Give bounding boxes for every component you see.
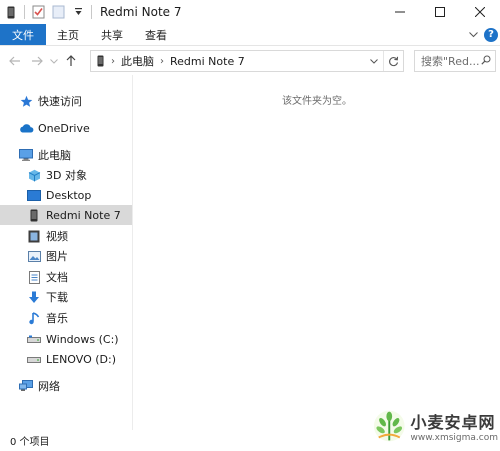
- navigation-bar: › 此电脑 › Redmi Note 7 搜索"Red...: [0, 47, 500, 75]
- nav-item-label: Redmi Note 7: [46, 208, 121, 222]
- toolbar-divider: [24, 5, 25, 19]
- nav-item-label: 下载: [46, 291, 68, 304]
- nav-item-videos[interactable]: 视频: [0, 226, 132, 246]
- nav-item-onedrive[interactable]: OneDrive: [0, 118, 132, 138]
- nav-item-label: 图片: [46, 250, 68, 263]
- file-list[interactable]: 该文件夹为空。: [134, 75, 500, 430]
- tab-home[interactable]: 主页: [46, 24, 90, 45]
- star-icon: [18, 93, 34, 109]
- download-icon: [26, 289, 42, 305]
- phone-icon: [91, 55, 109, 67]
- watermark-name: 小麦安卓网: [410, 413, 496, 432]
- nav-item-label: LENOVO (D:): [46, 352, 117, 366]
- video-icon: [26, 228, 42, 244]
- customize-toolbar-icon[interactable]: [71, 5, 85, 19]
- nav-item-label: Desktop: [46, 188, 92, 202]
- nav-item-label: Windows (C:): [46, 332, 119, 346]
- drive-icon: [26, 331, 42, 347]
- empty-folder-message: 该文件夹为空。: [282, 96, 352, 107]
- address-history-icon[interactable]: [367, 51, 381, 71]
- nav-item-music[interactable]: 音乐: [0, 308, 132, 328]
- network-icon: [18, 378, 34, 394]
- expand-ribbon-icon[interactable]: [466, 28, 480, 42]
- nav-item-desktop[interactable]: Desktop: [0, 185, 132, 205]
- nav-item-3d-objects[interactable]: 3D 对象: [0, 165, 132, 185]
- nav-item-network[interactable]: 网络: [0, 376, 132, 396]
- drive-icon: [26, 351, 42, 367]
- nav-item-this-pc[interactable]: 此电脑: [0, 145, 132, 165]
- breadcrumb-redmi-note-7[interactable]: Redmi Note 7: [170, 55, 245, 68]
- nav-item-pictures[interactable]: 图片: [0, 246, 132, 266]
- tab-file[interactable]: 文件: [0, 24, 46, 45]
- phone-icon: [4, 5, 18, 19]
- nav-item-redmi-note-7[interactable]: Redmi Note 7: [0, 205, 132, 225]
- minimize-button[interactable]: [380, 0, 420, 24]
- forward-button[interactable]: [26, 50, 48, 72]
- search-icon: [481, 55, 491, 68]
- new-folder-icon[interactable]: [51, 5, 65, 19]
- nav-item-label: 视频: [46, 230, 68, 243]
- properties-icon[interactable]: [31, 5, 45, 19]
- search-placeholder: 搜索"Red...: [421, 55, 480, 68]
- up-button[interactable]: [60, 50, 82, 72]
- help-icon[interactable]: ?: [484, 27, 498, 42]
- nav-item-label: OneDrive: [38, 121, 90, 135]
- picture-icon: [26, 248, 42, 264]
- nav-item-label: 3D 对象: [46, 169, 87, 182]
- nav-item-drive-d[interactable]: LENOVO (D:): [0, 349, 132, 369]
- nav-item-label: 网络: [38, 380, 60, 393]
- nav-item-quick-access[interactable]: 快速访问: [0, 91, 132, 111]
- watermark-url: www.xmsigma.com: [410, 433, 498, 443]
- nav-item-label: 快速访问: [38, 95, 82, 108]
- back-button[interactable]: [4, 50, 26, 72]
- tab-share[interactable]: 共享: [90, 24, 134, 45]
- watermark-logo: 小麦安卓网 www.xmsigma.com: [372, 405, 498, 447]
- close-button[interactable]: [460, 0, 500, 24]
- nav-item-documents[interactable]: 文档: [0, 267, 132, 287]
- computer-icon: [18, 147, 34, 163]
- breadcrumb-separator-icon[interactable]: ›: [111, 56, 115, 67]
- address-bar[interactable]: › 此电脑 › Redmi Note 7: [90, 50, 404, 72]
- document-icon: [26, 269, 42, 285]
- wheat-logo-icon: [373, 410, 405, 442]
- phone-icon: [26, 207, 42, 223]
- nav-item-label: 此电脑: [38, 149, 71, 162]
- ribbon-tabs: 文件 主页 共享 查看 ?: [0, 24, 500, 46]
- window-controls: [380, 0, 500, 24]
- breadcrumb-separator-icon[interactable]: ›: [160, 56, 164, 67]
- cloud-icon: [18, 120, 34, 136]
- navigation-pane: 快速访问 OneDrive 此电脑 3D 对象 Desktop Redmi No…: [0, 75, 133, 430]
- desktop-icon: [26, 187, 42, 203]
- music-icon: [26, 310, 42, 326]
- search-box[interactable]: 搜索"Red...: [414, 50, 496, 72]
- item-count: 0 个项目: [10, 437, 50, 448]
- nav-item-drive-c[interactable]: Windows (C:): [0, 329, 132, 349]
- nav-item-downloads[interactable]: 下载: [0, 287, 132, 307]
- maximize-button[interactable]: [420, 0, 460, 24]
- toolbar-divider: [91, 5, 92, 19]
- breadcrumb-this-pc[interactable]: 此电脑: [121, 53, 154, 69]
- refresh-icon[interactable]: [383, 51, 403, 71]
- window-title: Redmi Note 7: [100, 5, 182, 19]
- quick-access-toolbar: Redmi Note 7: [0, 0, 182, 24]
- nav-item-label: 文档: [46, 271, 68, 284]
- title-bar: Redmi Note 7: [0, 0, 500, 24]
- tab-view[interactable]: 查看: [134, 24, 178, 45]
- cube-icon: [26, 167, 42, 183]
- recent-locations-button[interactable]: [48, 50, 60, 72]
- nav-item-label: 音乐: [46, 312, 68, 325]
